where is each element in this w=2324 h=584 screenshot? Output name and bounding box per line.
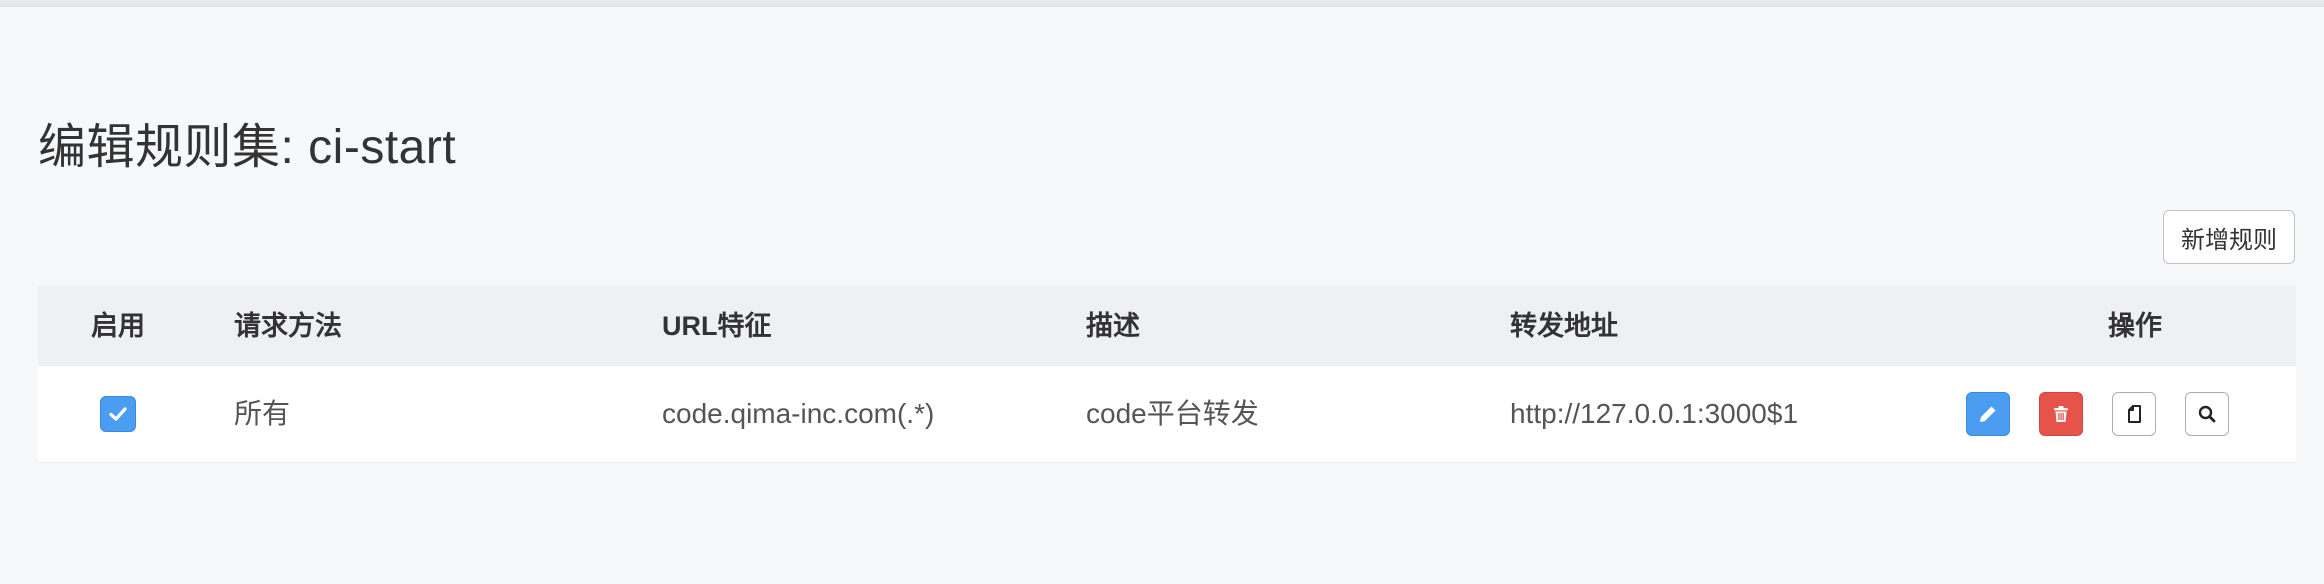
header-method: 请求方法	[234, 311, 342, 341]
cell-url: code.qima-inc.com(.*)	[662, 398, 935, 429]
header-forward: 转发地址	[1510, 311, 1618, 341]
cell-forward: http://127.0.0.1:3000$1	[1510, 398, 1799, 429]
table-row: 所有 code.qima-inc.com(.*) code平台转发 http:/…	[38, 366, 2296, 463]
page-title: 编辑规则集: ci-start	[38, 121, 457, 175]
header-description: 描述	[1086, 311, 1140, 341]
edit-icon	[1980, 406, 1996, 422]
delete-icon	[2054, 406, 2068, 422]
table-header: 启用 请求方法 URL特征 描述 转发地址 操作	[38, 286, 2296, 366]
cell-description: code平台转发	[1086, 398, 1259, 429]
search-icon	[2198, 405, 2216, 423]
check-icon	[109, 407, 127, 421]
copy-icon	[2128, 405, 2141, 423]
add-rule-button[interactable]: 新增规则	[2163, 210, 2295, 264]
cell-method: 所有	[234, 398, 291, 429]
top-border	[0, 0, 2324, 7]
edit-button[interactable]	[1966, 392, 2010, 436]
row-actions	[1966, 392, 2229, 436]
header-enable: 启用	[91, 311, 145, 341]
copy-button[interactable]	[2112, 392, 2156, 436]
header-actions: 操作	[2108, 311, 2162, 341]
header-url: URL特征	[662, 311, 772, 341]
delete-button[interactable]	[2039, 392, 2083, 436]
rules-table: 启用 请求方法 URL特征 描述 转发地址 操作 所有 code.qima-in…	[38, 286, 2296, 463]
search-button[interactable]	[2185, 392, 2229, 436]
enable-checkbox[interactable]	[100, 396, 136, 432]
